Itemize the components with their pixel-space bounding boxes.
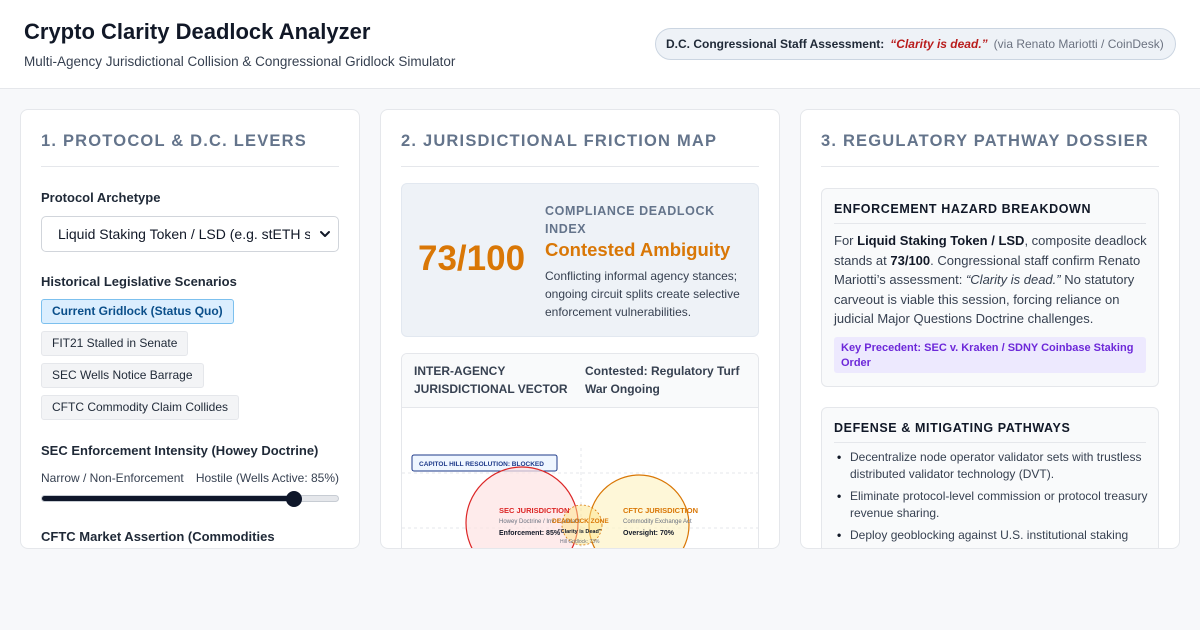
hazard-text: For [834, 233, 858, 248]
assessment-label: D.C. Congressional Staff Assessment: [666, 37, 885, 51]
deadlock-zone-quote: "Clarity is Dead" [558, 529, 602, 535]
panel-title: 3. REGULATORY PATHWAY DOSSIER [821, 132, 1149, 150]
key-precedent-tag: Key Precedent: SEC v. Kraken / SDNY Coin… [834, 337, 1146, 373]
protocol-archetype-select[interactable]: Liquid Staking Token / LSD (e.g. stETH s [41, 216, 339, 252]
scenario-fit21-stalled[interactable]: FIT21 Stalled in Senate [41, 331, 189, 356]
scenario-sec-wells-barrage[interactable]: SEC Wells Notice Barrage [41, 363, 204, 388]
sec-intensity-label: SEC Enforcement Intensity (Howey Doctrin… [41, 443, 319, 458]
sec-intensity-slider[interactable] [41, 491, 339, 507]
assessment-quote: “Clarity is dead.” [890, 37, 988, 51]
list-item: Decentralize node operator validator set… [834, 449, 1150, 482]
cftc-assertion-label: CFTC Market Assertion (Commodities [41, 529, 275, 544]
hazard-title: ENFORCEMENT HAZARD BREAKDOWN [834, 202, 1092, 216]
archetype-selected-value: Liquid Staking Token / LSD (e.g. stETH s [58, 226, 310, 242]
vector-status: Contested: Regulatory Turf War Ongoing [585, 364, 740, 396]
jurisdiction-venn-map: CAPITOL HILL RESOLUTION: BLOCKED SEC JUR… [402, 448, 758, 548]
sec-range-min-label: Narrow / Non-Enforcement [41, 471, 184, 485]
jurisdiction-vector-card: INTER-AGENCY JURISDICTIONAL VECTOR Conte… [401, 353, 759, 548]
hazard-quote: “Clarity is dead.” [965, 272, 1061, 287]
deadlock-score: 73/100 [418, 239, 526, 278]
app-title: Crypto Clarity Deadlock Analyzer [24, 19, 371, 44]
dossier-panel: 3. REGULATORY PATHWAY DOSSIER ENFORCEMEN… [800, 109, 1180, 549]
friction-map-panel: 2. JURISDICTIONAL FRICTION MAP 73/100 CO… [380, 109, 780, 549]
divider [834, 223, 1146, 224]
divider [401, 166, 759, 167]
app-subtitle: Multi-Agency Jurisdictional Collision & … [24, 54, 456, 69]
cftc-circle-stat: Oversight: 70% [623, 530, 675, 537]
scenario-current-gridlock[interactable]: Current Gridlock (Status Quo) [41, 299, 234, 324]
sec-circle-stat: Enforcement: 85% [499, 530, 561, 537]
scenario-cftc-claim-collides[interactable]: CFTC Commodity Claim Collides [41, 395, 240, 420]
scenarios-label: Historical Legislative Scenarios [41, 274, 237, 289]
vector-header: INTER-AGENCY JURISDICTIONAL VECTOR Conte… [402, 354, 758, 408]
divider [821, 166, 1159, 167]
staff-assessment-badge: D.C. Congressional Staff Assessment: “Cl… [655, 28, 1176, 60]
defense-pathways-card: DEFENSE & MITIGATING PATHWAYS Decentrali… [821, 407, 1159, 548]
assessment-source: (via Renato Mariotti / CoinDesk) [993, 37, 1164, 51]
slider-thumb[interactable] [285, 491, 302, 507]
deadlock-description: Conflicting informal agency stances; ong… [545, 269, 740, 319]
list-item: Eliminate protocol-level commission or p… [834, 488, 1150, 521]
hazard-protocol: Liquid Staking Token / LSD [857, 233, 1025, 248]
list-item: Deploy geoblocking against U.S. institut… [834, 527, 1150, 544]
deadlock-zone-stat: Hill Gridlock: 73% [560, 539, 600, 545]
defense-list: Decentralize node operator validator set… [834, 449, 1150, 548]
panel-title: 1. PROTOCOL & D.C. LEVERS [41, 132, 307, 150]
deadlock-index-card: 73/100 COMPLIANCE DEADLOCK INDEX Contest… [401, 183, 759, 337]
slider-fill [42, 496, 294, 501]
sec-circle-title: SEC JURISDICTION [499, 506, 569, 515]
deadlock-zone-title: DEADLOCK ZONE [552, 518, 609, 525]
vector-label: INTER-AGENCY JURISDICTIONAL VECTOR [414, 364, 568, 396]
cftc-circle-title: CFTC JURISDICTION [623, 506, 698, 515]
cftc-circle-subtitle: Commodity Exchange Act [623, 519, 692, 525]
levers-panel: 1. PROTOCOL & D.C. LEVERS Protocol Arche… [20, 109, 360, 549]
panel-title: 2. JURISDICTIONAL FRICTION MAP [401, 132, 718, 150]
archetype-label: Protocol Archetype [41, 190, 161, 205]
chevron-down-icon [320, 231, 330, 237]
divider [41, 166, 339, 167]
deadlock-status: Contested Ambiguity [545, 239, 731, 260]
deadlock-index-label: COMPLIANCE DEADLOCK INDEX [545, 204, 715, 236]
hazard-body: For Liquid Staking Token / LSD, composit… [834, 231, 1148, 329]
divider [834, 442, 1146, 443]
sec-range-max-label: Hostile (Wells Active: 85%) [195, 471, 339, 485]
app-header: Crypto Clarity Deadlock Analyzer Multi-A… [0, 0, 1200, 89]
hazard-score: 73/100 [890, 252, 931, 268]
defense-title: DEFENSE & MITIGATING PATHWAYS [834, 421, 1071, 435]
hazard-breakdown-card: ENFORCEMENT HAZARD BREAKDOWN For Liquid … [821, 188, 1159, 387]
